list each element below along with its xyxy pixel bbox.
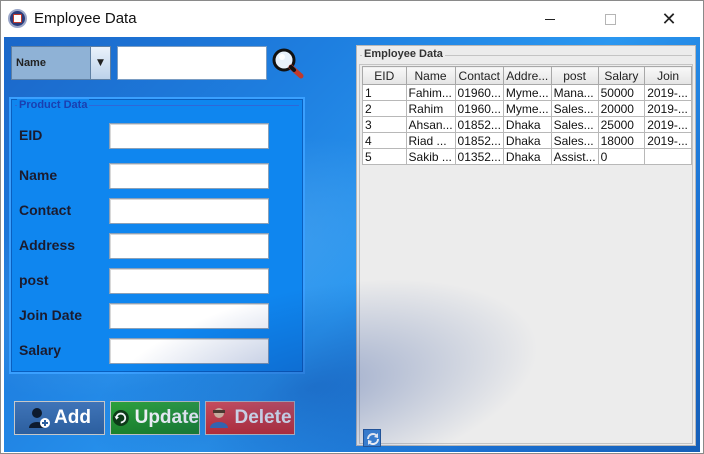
table-cell[interactable]: 2019-... <box>644 84 692 101</box>
minimize-icon <box>545 18 555 20</box>
post-field[interactable] <box>109 268 269 294</box>
table-cell[interactable]: Mana... <box>550 84 599 101</box>
add-button[interactable]: Add <box>14 401 105 435</box>
add-user-icon <box>29 408 51 428</box>
search-icon[interactable] <box>271 47 305 79</box>
table-cell[interactable]: Myme... <box>502 100 552 117</box>
refresh-icon <box>112 409 129 427</box>
table-cell[interactable]: 2 <box>362 100 407 117</box>
table-cell[interactable]: 01960... <box>454 100 504 117</box>
table-cell[interactable]: Ahsan... <box>405 116 456 133</box>
table-cell[interactable]: Sales... <box>550 132 599 149</box>
table-cell[interactable]: 2019-... <box>644 132 692 149</box>
join-date-label: Join Date <box>19 307 83 323</box>
join-date-field[interactable] <box>109 303 269 329</box>
table-cell[interactable]: 01960... <box>454 84 504 101</box>
minimize-button[interactable] <box>527 1 573 37</box>
table-cell[interactable]: 01852... <box>454 132 504 149</box>
delete-user-icon <box>210 408 229 428</box>
post-label: post <box>19 272 49 288</box>
table-cell[interactable]: Riad ... <box>405 132 456 149</box>
table-cell[interactable]: 1 <box>362 84 407 101</box>
table-cell[interactable]: 2019-... <box>644 116 692 133</box>
maximize-icon <box>604 13 616 25</box>
table-cell[interactable]: Fahim... <box>405 84 456 101</box>
search-field-dropdown[interactable]: Name ▼ <box>11 46 111 80</box>
delete-button-label: Delete <box>234 407 292 428</box>
eid-field[interactable] <box>109 123 269 149</box>
table-cell[interactable] <box>644 148 692 165</box>
table-row[interactable]: 3 Ahsan... 01852... Dhaka Sales... 25000… <box>362 116 692 133</box>
salary-field[interactable] <box>109 338 269 364</box>
add-button-label: Add <box>54 407 91 428</box>
column-header-join[interactable]: Join <box>644 66 692 85</box>
employee-table: EID Name Contact Addre... post Salary Jo… <box>362 66 692 165</box>
table-cell[interactable]: 25000 <box>597 116 646 133</box>
table-header-row: EID Name Contact Addre... post Salary Jo… <box>362 66 692 85</box>
address-label: Address <box>19 237 76 253</box>
table-cell[interactable]: Assist... <box>550 148 599 165</box>
table-cell[interactable]: Sales... <box>550 100 599 117</box>
close-icon: ✕ <box>661 8 677 30</box>
table-scroll-area[interactable]: EID Name Contact Addre... post Salary Jo… <box>359 64 693 444</box>
contact-field[interactable] <box>109 198 269 224</box>
product-data-panel: Product Data EID Name Contact Address po… <box>9 97 305 374</box>
table-cell[interactable]: 3 <box>362 116 407 133</box>
table-cell[interactable]: 20000 <box>597 100 646 117</box>
column-header-contact[interactable]: Contact <box>454 66 504 85</box>
name-field[interactable] <box>109 163 269 189</box>
client-area: Name ▼ Product Data EID Name Contact Add… <box>4 37 700 452</box>
table-cell[interactable]: Sales... <box>550 116 599 133</box>
table-panel-legend: Employee Data <box>362 48 445 60</box>
employee-data-panel: Employee Data EID Name Contact Addre... … <box>356 45 696 447</box>
table-cell[interactable]: 5 <box>362 148 407 165</box>
table-row[interactable]: 2 Rahim 01960... Myme... Sales... 20000 … <box>362 100 692 117</box>
table-cell[interactable]: 50000 <box>597 84 646 101</box>
table-cell[interactable]: 01852... <box>454 116 504 133</box>
chevron-down-icon[interactable]: ▼ <box>90 47 110 79</box>
table-row[interactable]: 1 Fahim... 01960... Myme... Mana... 5000… <box>362 84 692 101</box>
table-cell[interactable]: 4 <box>362 132 407 149</box>
app-window: Employee Data ✕ Name ▼ Product Data EID <box>0 0 704 454</box>
contact-label: Contact <box>19 202 72 218</box>
table-cell[interactable]: Sakib ... <box>405 148 456 165</box>
salary-label: Salary <box>19 342 62 358</box>
title-bar[interactable]: Employee Data ✕ <box>1 1 703 37</box>
eid-label: EID <box>19 127 43 143</box>
delete-button[interactable]: Delete <box>205 401 295 435</box>
table-row[interactable]: 5 Sakib ... 01352... Dhaka Assist... 0 <box>362 148 692 165</box>
column-header-address[interactable]: Addre... <box>502 66 552 85</box>
search-field-selected: Name <box>16 57 46 69</box>
search-input[interactable] <box>117 46 267 80</box>
table-cell[interactable]: 2019-... <box>644 100 692 117</box>
update-button[interactable]: Update <box>110 401 200 435</box>
table-cell[interactable]: Rahim <box>405 100 456 117</box>
column-header-name[interactable]: Name <box>405 66 456 85</box>
panel-legend: Product Data <box>17 99 90 111</box>
column-header-eid[interactable]: EID <box>362 66 407 85</box>
column-header-salary[interactable]: Salary <box>597 66 646 85</box>
name-label: Name <box>19 167 58 183</box>
table-row[interactable]: 4 Riad ... 01852... Dhaka Sales... 18000… <box>362 132 692 149</box>
refresh-icon[interactable] <box>363 429 381 447</box>
column-header-post[interactable]: post <box>550 66 599 85</box>
address-field[interactable] <box>109 233 269 259</box>
table-cell[interactable]: Dhaka <box>502 116 552 133</box>
maximize-button[interactable] <box>587 1 633 37</box>
app-icon <box>8 9 27 28</box>
table-cell[interactable]: Dhaka <box>502 148 552 165</box>
table-cell[interactable]: Dhaka <box>502 132 552 149</box>
update-button-label: Update <box>134 407 199 428</box>
table-cell[interactable]: Myme... <box>502 84 552 101</box>
table-cell[interactable]: 0 <box>597 148 646 165</box>
table-cell[interactable]: 18000 <box>597 132 646 149</box>
table-cell[interactable]: 01352... <box>454 148 504 165</box>
window-title: Employee Data <box>34 10 137 27</box>
close-button[interactable]: ✕ <box>646 1 692 37</box>
